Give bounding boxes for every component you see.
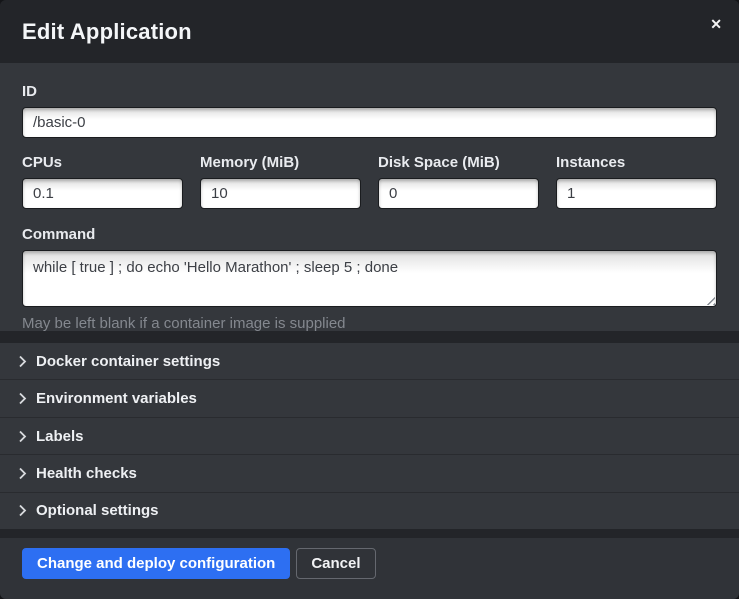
chevron-right-icon <box>18 392 27 405</box>
chevron-right-icon <box>18 504 27 517</box>
field-cpus: CPUs <box>22 155 183 209</box>
chevron-right-icon <box>18 467 27 480</box>
application-form: ID CPUs Memory (MiB) Disk Space (MiB) In… <box>0 63 739 331</box>
command-textarea-wrap: while [ true ] ; do echo 'Hello Marathon… <box>22 250 717 307</box>
disk-input[interactable] <box>378 178 539 209</box>
memory-input[interactable] <box>200 178 361 209</box>
cancel-button[interactable]: Cancel <box>296 548 375 579</box>
section-docker-container-settings[interactable]: Docker container settings <box>0 343 739 379</box>
chevron-right-icon <box>18 355 27 368</box>
cpus-label: CPUs <box>22 155 183 170</box>
section-label: Docker container settings <box>36 353 220 370</box>
cpus-input[interactable] <box>22 178 183 209</box>
instances-label: Instances <box>556 155 717 170</box>
modal-header: Edit Application ✕ <box>0 0 739 63</box>
section-label: Labels <box>36 428 84 445</box>
section-optional-settings[interactable]: Optional settings <box>0 492 739 529</box>
section-environment-variables[interactable]: Environment variables <box>0 379 739 416</box>
command-help-text: May be left blank if a container image i… <box>22 315 717 331</box>
memory-label: Memory (MiB) <box>200 155 361 170</box>
field-memory: Memory (MiB) <box>200 155 361 209</box>
change-and-deploy-button[interactable]: Change and deploy configuration <box>22 548 290 579</box>
command-textarea[interactable]: while [ true ] ; do echo 'Hello Marathon… <box>22 250 717 307</box>
instances-input[interactable] <box>556 178 717 209</box>
command-label: Command <box>22 227 717 242</box>
edit-application-modal: Edit Application ✕ ID CPUs Memory (MiB) … <box>0 0 739 599</box>
id-label: ID <box>22 84 717 99</box>
close-button[interactable]: ✕ <box>706 13 726 35</box>
field-instances: Instances <box>556 155 717 209</box>
section-labels[interactable]: Labels <box>0 417 739 454</box>
modal-footer: Change and deploy configuration Cancel <box>0 538 739 599</box>
section-health-checks[interactable]: Health checks <box>0 454 739 491</box>
field-command: Command while [ true ] ; do echo 'Hello … <box>22 227 717 331</box>
accordion-sections: Docker container settings Environment va… <box>0 343 739 529</box>
section-label: Health checks <box>36 465 137 482</box>
chevron-right-icon <box>18 430 27 443</box>
close-icon: ✕ <box>710 16 722 32</box>
section-label: Optional settings <box>36 502 159 519</box>
resources-row: CPUs Memory (MiB) Disk Space (MiB) Insta… <box>22 155 717 209</box>
id-input[interactable] <box>22 107 717 138</box>
field-disk: Disk Space (MiB) <box>378 155 539 209</box>
field-id: ID <box>22 84 717 138</box>
modal-title: Edit Application <box>22 19 192 45</box>
section-label: Environment variables <box>36 390 197 407</box>
disk-label: Disk Space (MiB) <box>378 155 539 170</box>
